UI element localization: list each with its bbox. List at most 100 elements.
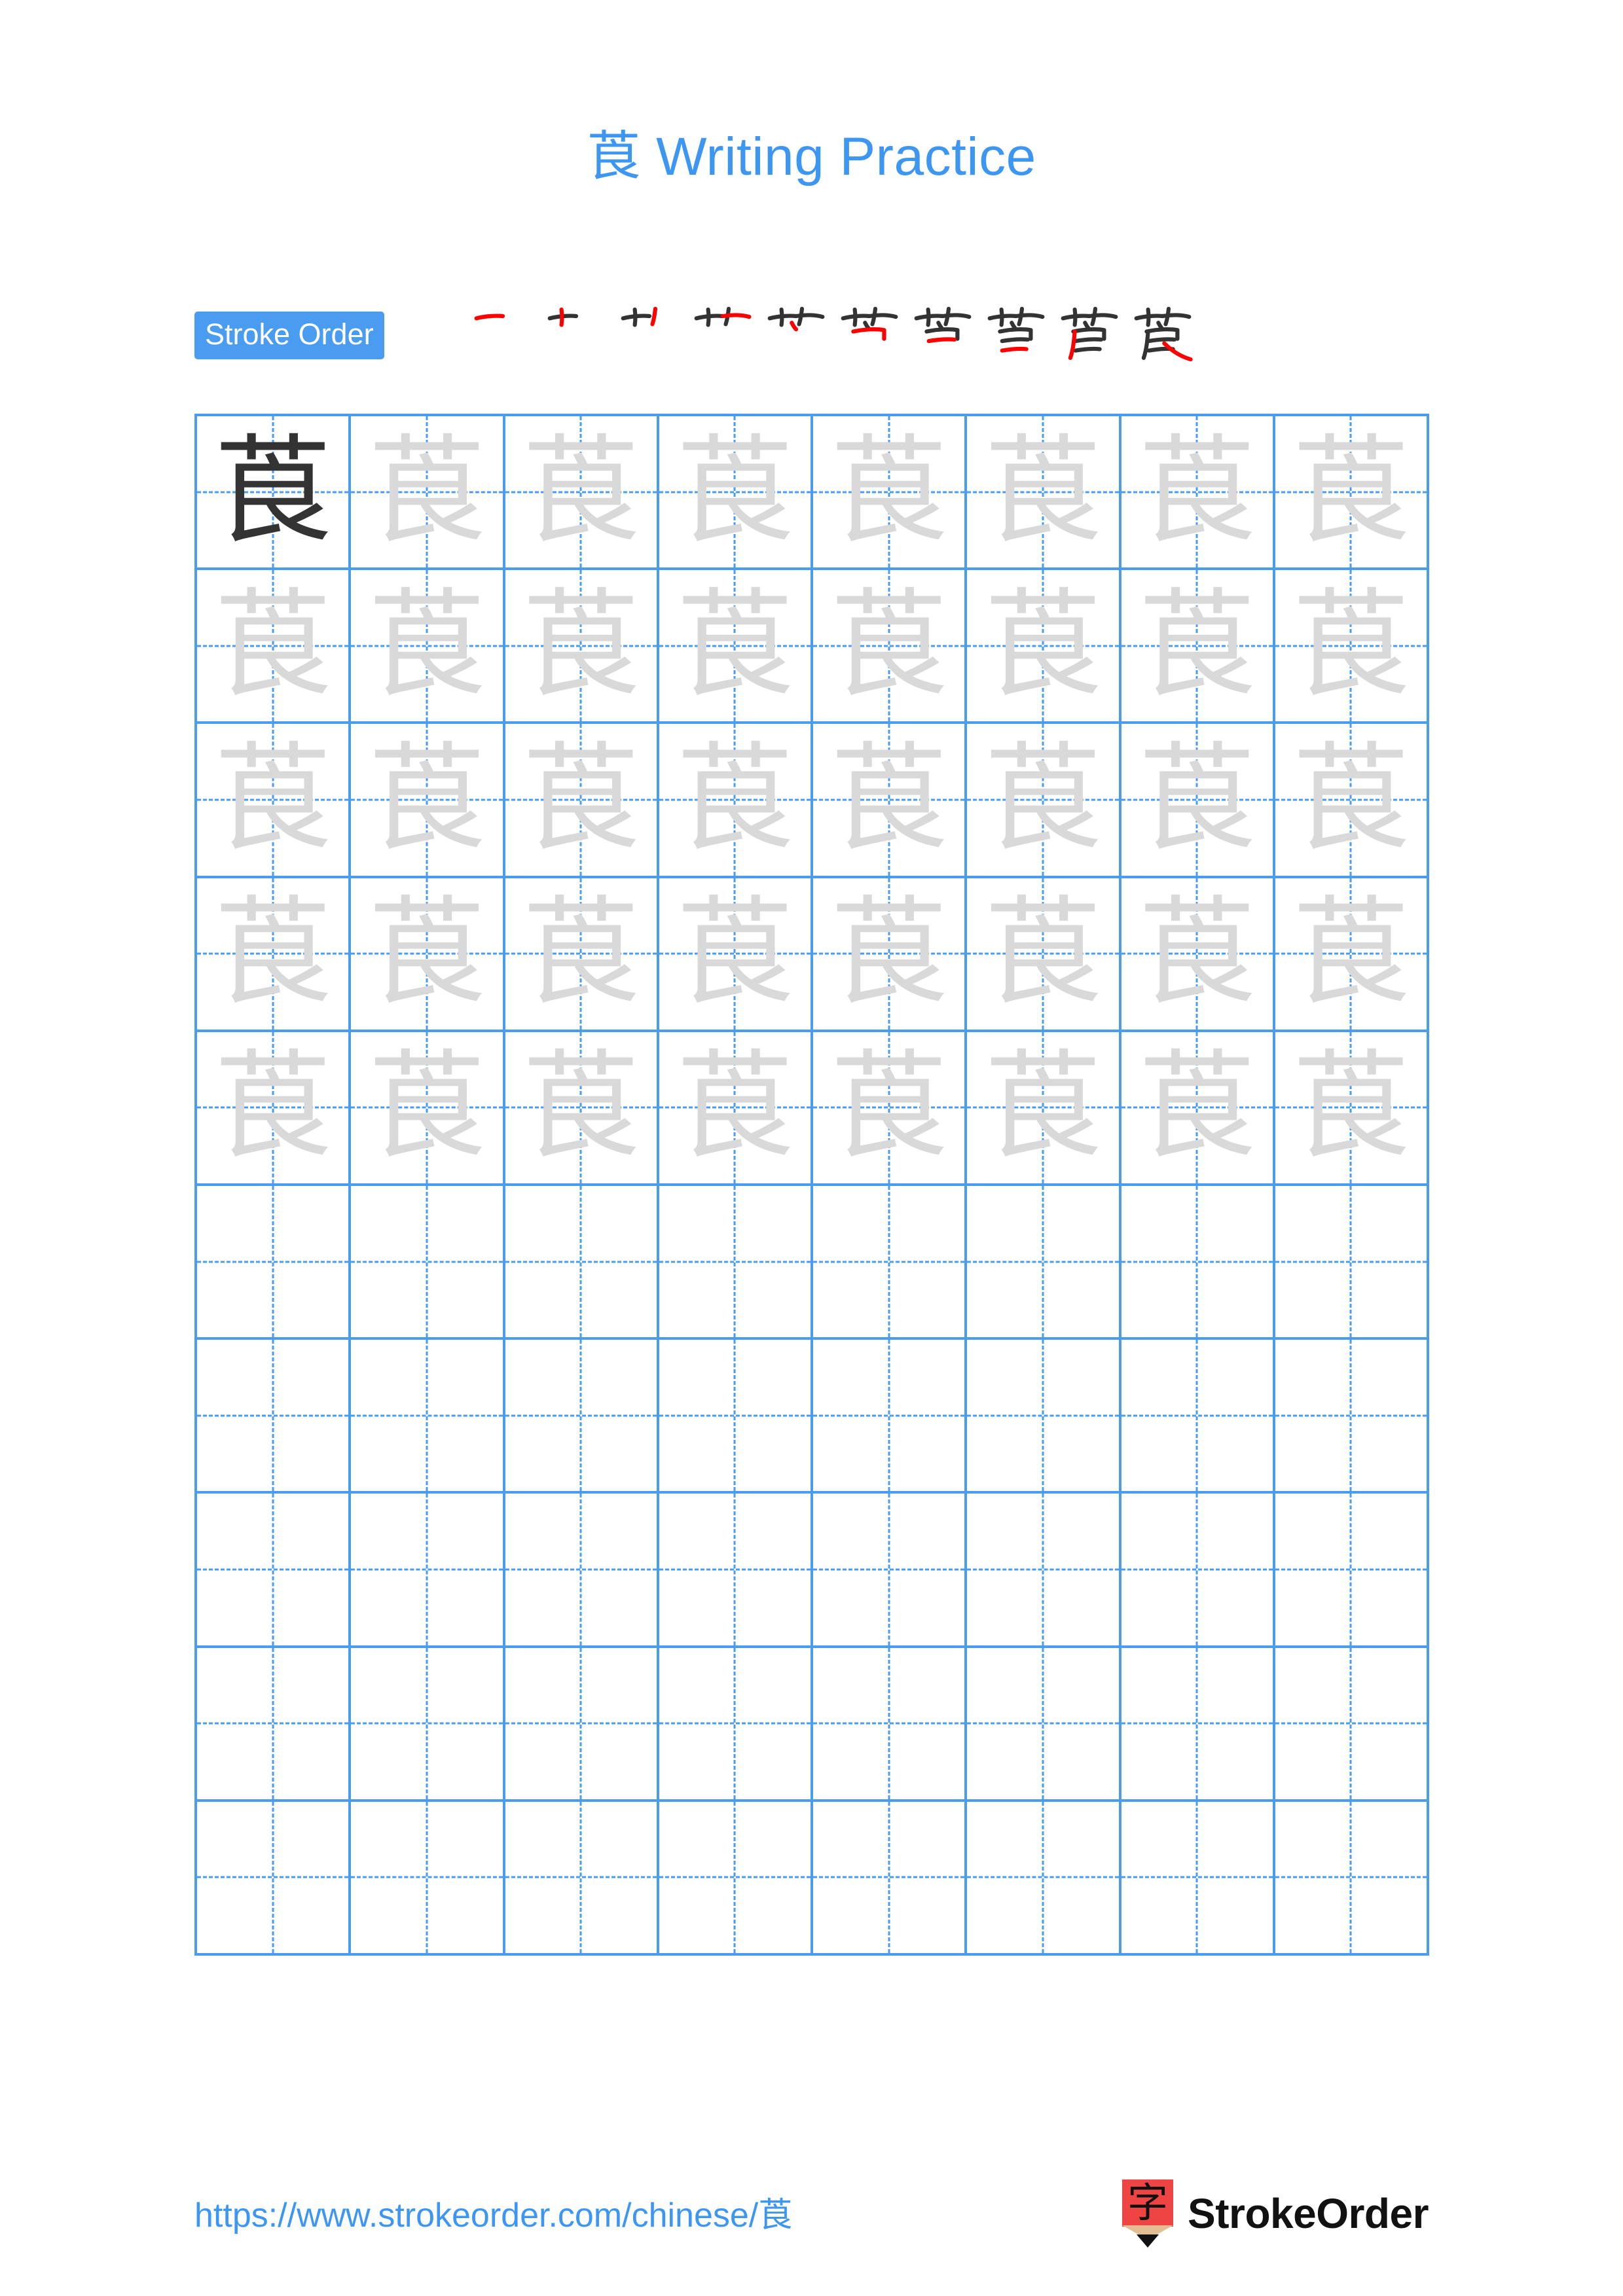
grid-cell-r7-c2[interactable]: [351, 1340, 505, 1494]
grid-cell-r10-c1[interactable]: [197, 1801, 352, 1956]
grid-cell-r3-c7[interactable]: 莨: [1121, 724, 1275, 878]
pencil-tip-shape: [1137, 2234, 1159, 2248]
grid-cell-r2-c6[interactable]: 莨: [967, 570, 1122, 725]
grid-cell-r5-c8[interactable]: 莨: [1275, 1031, 1429, 1187]
trace-character: 莨: [1292, 1039, 1410, 1176]
grid-cell-r5-c2[interactable]: 莨: [351, 1031, 505, 1187]
grid-cell-r10-c8[interactable]: [1275, 1801, 1429, 1956]
grid-cell-r5-c4[interactable]: 莨: [659, 1031, 813, 1187]
grid-cell-r10-c3[interactable]: [505, 1801, 659, 1956]
grid-cell-r1-c6[interactable]: 莨: [967, 416, 1122, 571]
trace-character: 莨: [1138, 885, 1256, 1022]
grid-cell-r5-c1[interactable]: 莨: [197, 1031, 352, 1187]
grid-cell-r3-c3[interactable]: 莨: [505, 724, 659, 878]
grid-cell-r2-c5[interactable]: 莨: [813, 570, 968, 725]
grid-cell-r4-c3[interactable]: 莨: [505, 878, 659, 1032]
grid-cell-r8-c4[interactable]: [659, 1494, 813, 1648]
grid-cell-r5-c5[interactable]: 莨: [813, 1031, 968, 1187]
trace-character: 莨: [367, 1039, 486, 1176]
page-footer: https://www.strokeorder.com/chinese/莨 字 …: [0, 2179, 1623, 2265]
grid-cell-r9-c5[interactable]: [813, 1647, 968, 1802]
grid-cell-r9-c1[interactable]: [197, 1647, 352, 1802]
grid-cell-r10-c7[interactable]: [1121, 1801, 1275, 1956]
trace-character: 莨: [522, 423, 640, 560]
grid-cell-r7-c6[interactable]: [967, 1340, 1122, 1494]
grid-cell-r7-c8[interactable]: [1275, 1340, 1429, 1494]
grid-cell-r4-c1[interactable]: 莨: [197, 878, 352, 1032]
grid-cell-r1-c3[interactable]: 莨: [505, 416, 659, 571]
grid-cell-r7-c4[interactable]: [659, 1340, 813, 1494]
grid-cell-r10-c2[interactable]: [351, 1801, 505, 1956]
grid-cell-r6-c4[interactable]: [659, 1186, 813, 1340]
grid-cell-r5-c3[interactable]: 莨: [505, 1031, 659, 1187]
grid-cell-r2-c4[interactable]: 莨: [659, 570, 813, 725]
grid-cell-r4-c6[interactable]: 莨: [967, 878, 1122, 1032]
grid-cell-r4-c5[interactable]: 莨: [813, 878, 968, 1032]
grid-cell-r1-c1[interactable]: 莨: [197, 416, 352, 571]
source-url-link[interactable]: https://www.strokeorder.com/chinese/莨: [194, 2187, 792, 2236]
grid-cell-r4-c2[interactable]: 莨: [351, 878, 505, 1032]
grid-row: 莨莨莨莨莨莨莨莨: [197, 878, 1429, 1032]
grid-cell-r6-c5[interactable]: [813, 1186, 968, 1340]
grid-cell-r1-c5[interactable]: 莨: [813, 416, 968, 571]
grid-cell-r1-c4[interactable]: 莨: [659, 416, 813, 571]
grid-cell-r9-c8[interactable]: [1275, 1647, 1429, 1802]
grid-cell-r2-c3[interactable]: 莨: [505, 570, 659, 725]
grid-row: [197, 1647, 1429, 1802]
grid-cell-r6-c3[interactable]: [505, 1186, 659, 1340]
grid-cell-r3-c1[interactable]: 莨: [197, 724, 352, 878]
grid-cell-r9-c7[interactable]: [1121, 1647, 1275, 1802]
grid-cell-r10-c6[interactable]: [967, 1801, 1122, 1956]
grid-cell-r1-c2[interactable]: 莨: [351, 416, 505, 571]
grid-cell-r7-c3[interactable]: [505, 1340, 659, 1494]
grid-cell-r7-c7[interactable]: [1121, 1340, 1275, 1494]
grid-cell-r6-c7[interactable]: [1121, 1186, 1275, 1340]
grid-cell-r10-c4[interactable]: [659, 1801, 813, 1956]
grid-cell-r4-c4[interactable]: 莨: [659, 878, 813, 1032]
grid-cell-r8-c6[interactable]: [967, 1494, 1122, 1648]
grid-cell-r2-c2[interactable]: 莨: [351, 570, 505, 725]
grid-cell-r3-c8[interactable]: 莨: [1275, 724, 1429, 878]
grid-cell-r2-c8[interactable]: 莨: [1275, 570, 1429, 725]
grid-cell-r8-c7[interactable]: [1121, 1494, 1275, 1648]
trace-character: 莨: [830, 577, 948, 714]
grid-cell-r1-c8[interactable]: 莨: [1275, 416, 1429, 571]
grid-cell-r1-c7[interactable]: 莨: [1121, 416, 1275, 571]
stroke-order-section: Stroke Order: [194, 305, 1432, 377]
grid-cell-r6-c6[interactable]: [967, 1186, 1122, 1340]
grid-cell-r3-c5[interactable]: 莨: [813, 724, 968, 878]
grid-cell-r7-c1[interactable]: [197, 1340, 352, 1494]
stroke-step-1: [466, 292, 539, 377]
grid-cell-r10-c5[interactable]: [813, 1801, 968, 1956]
grid-row: [197, 1494, 1429, 1648]
trace-character: 莨: [983, 885, 1102, 1022]
grid-cell-r4-c7[interactable]: 莨: [1121, 878, 1275, 1032]
trace-character: 莨: [1292, 885, 1410, 1022]
grid-cell-r9-c3[interactable]: [505, 1647, 659, 1802]
stroke-step-glyph-4: [694, 306, 752, 327]
grid-cell-r8-c2[interactable]: [351, 1494, 505, 1648]
grid-cell-r5-c6[interactable]: 莨: [967, 1031, 1122, 1187]
grid-cell-r2-c7[interactable]: 莨: [1121, 570, 1275, 725]
grid-cell-r4-c8[interactable]: 莨: [1275, 878, 1429, 1032]
grid-cell-r9-c2[interactable]: [351, 1647, 505, 1802]
grid-cell-r7-c5[interactable]: [813, 1340, 968, 1494]
grid-cell-r9-c6[interactable]: [967, 1647, 1122, 1802]
grid-cell-r3-c2[interactable]: 莨: [351, 724, 505, 878]
grid-cell-r9-c4[interactable]: [659, 1647, 813, 1802]
grid-cell-r8-c8[interactable]: [1275, 1494, 1429, 1648]
grid-cell-r5-c7[interactable]: 莨: [1121, 1031, 1275, 1187]
trace-character: 莨: [367, 731, 486, 868]
trace-character: 莨: [676, 885, 794, 1022]
grid-cell-r8-c1[interactable]: [197, 1494, 352, 1648]
grid-cell-r8-c5[interactable]: [813, 1494, 968, 1648]
grid-cell-r8-c3[interactable]: [505, 1494, 659, 1648]
stroke-step-glyph-9: [1061, 306, 1118, 360]
grid-cell-r2-c1[interactable]: 莨: [197, 570, 352, 725]
grid-cell-r6-c1[interactable]: [197, 1186, 352, 1340]
grid-cell-r6-c8[interactable]: [1275, 1186, 1429, 1340]
grid-cell-r3-c6[interactable]: 莨: [967, 724, 1122, 878]
grid-cell-r6-c2[interactable]: [351, 1186, 505, 1340]
grid-cell-r3-c4[interactable]: 莨: [659, 724, 813, 878]
stroke-step-glyph-2: [547, 307, 579, 327]
